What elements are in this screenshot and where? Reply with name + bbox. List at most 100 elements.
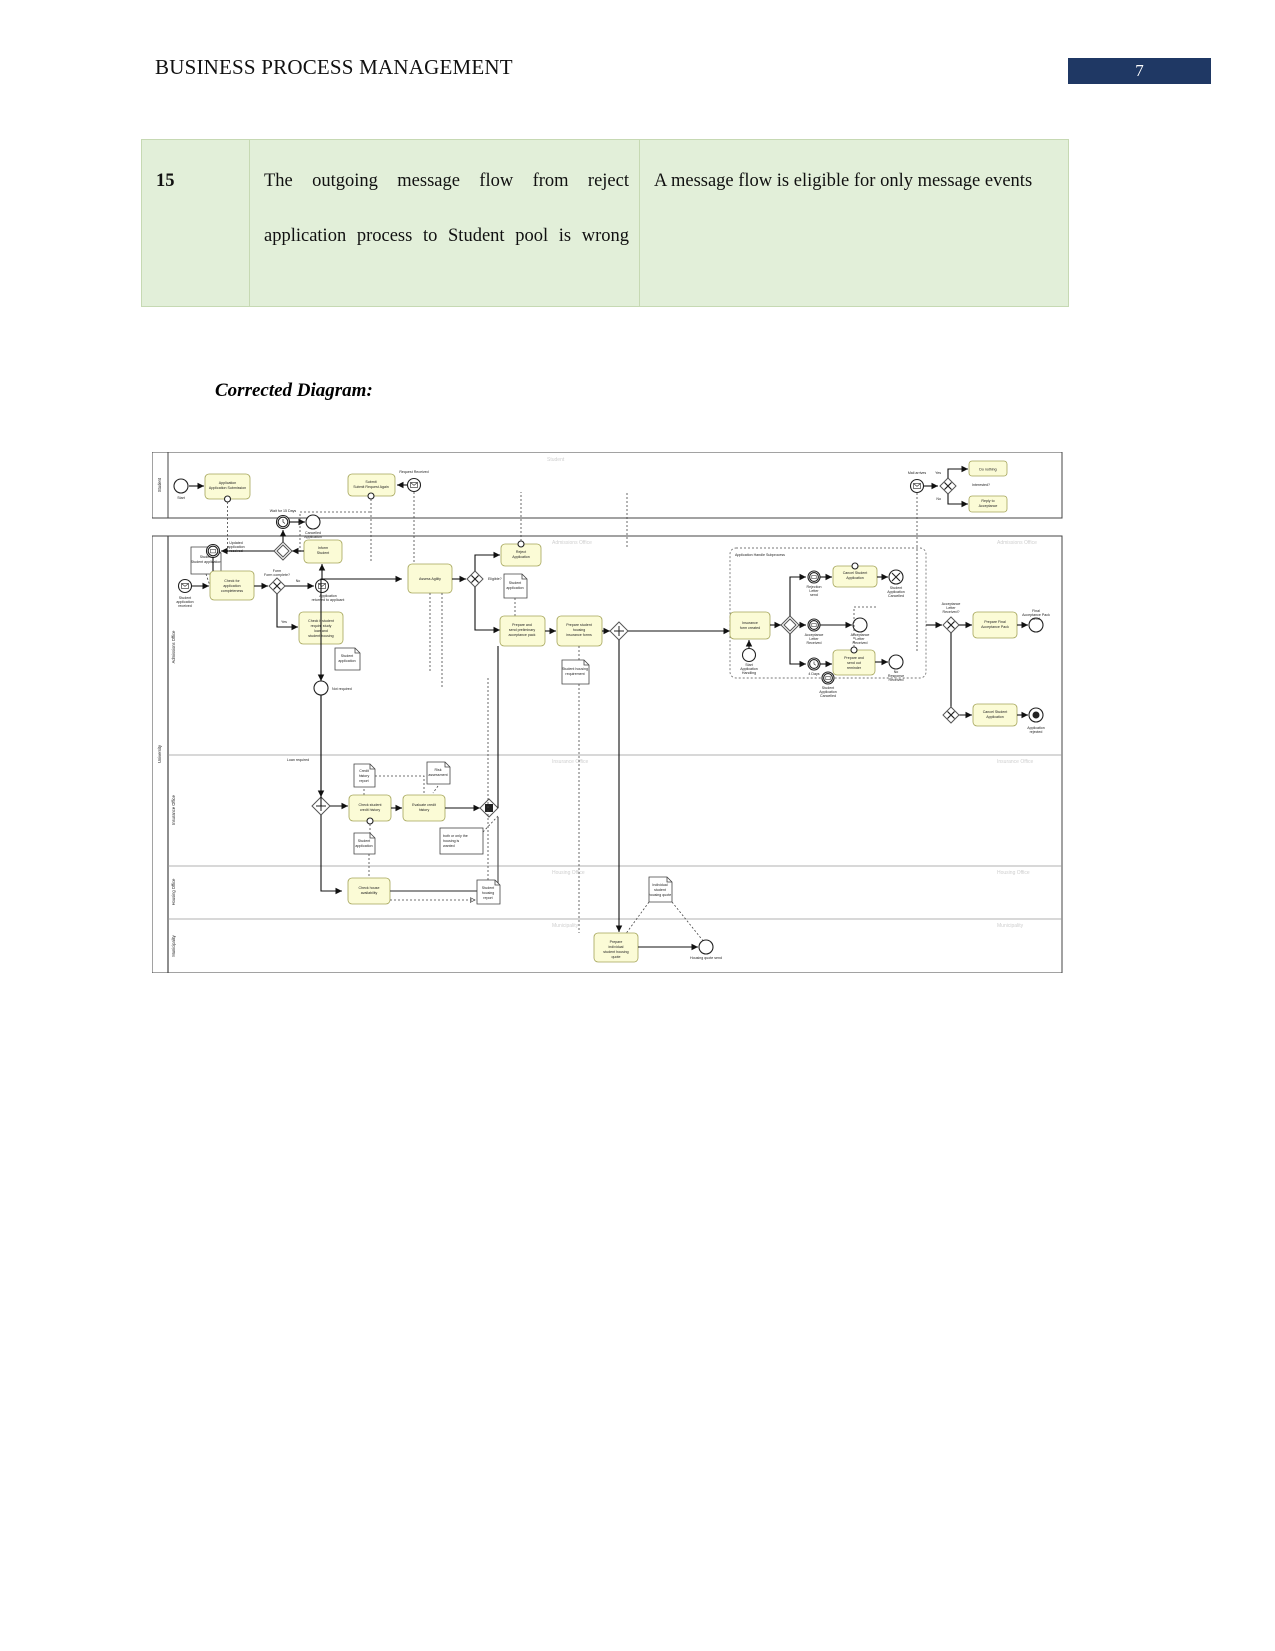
svg-text:quote: quote <box>612 955 621 959</box>
svg-text:history: history <box>359 774 370 778</box>
message-event-mail-arrives <box>909 478 925 494</box>
svg-text:send: send <box>1032 617 1040 621</box>
message-start-event-student-application <box>177 578 193 594</box>
svg-text:application: application <box>506 586 523 590</box>
svg-text:Application: Application <box>846 576 864 580</box>
svg-text:availability: availability <box>361 891 378 895</box>
svg-text:received: received <box>178 604 192 608</box>
pool-student-label: Student <box>157 477 162 492</box>
flow-label-no-adm: No <box>296 579 301 583</box>
svg-text:send: send <box>810 593 818 597</box>
svg-text:application: application <box>338 659 355 663</box>
section-caption: Corrected Diagram: <box>215 380 373 401</box>
svg-text:send preliminary: send preliminary <box>509 628 536 632</box>
municipality-content: Prepare individual student housing quote… <box>578 684 722 963</box>
flow-label-loan-required: Loan required <box>287 758 309 762</box>
svg-text:Cancel Student: Cancel Student <box>983 710 1008 714</box>
svg-text:both or only the: both or only the <box>443 834 468 838</box>
issue-table: 15 The outgoing message flow from reject… <box>141 139 1069 307</box>
gateway-form-complete-label: Form complete? <box>264 573 290 577</box>
task-do-nothing-label: Do nothing <box>979 468 996 472</box>
message-event-request-received <box>406 477 422 493</box>
lane-insurance-label: Insurance Office <box>171 794 176 824</box>
svg-text:form created: form created <box>740 626 760 630</box>
svg-text:Student: Student <box>509 581 521 585</box>
message-throw-application-returned <box>314 578 330 594</box>
subprocess-label: Application Handle Subprocess <box>735 553 785 557</box>
svg-text:Acceptance: Acceptance <box>979 504 998 508</box>
svg-text:Handling: Handling <box>742 671 756 675</box>
svg-text:housing: housing <box>482 891 495 895</box>
table-cell-issue: The outgoing message flow from reject ap… <box>250 140 640 306</box>
svg-text:Cancelled: Cancelled <box>820 694 836 698</box>
svg-text:student: student <box>654 888 666 892</box>
svg-text:history: history <box>419 808 430 812</box>
svg-text:Application: Application <box>512 555 530 559</box>
svg-text:reminder: reminder <box>847 666 862 670</box>
svg-text:wanted: wanted <box>443 844 455 848</box>
svg-text:application: application <box>355 844 372 848</box>
svg-text:Received: Received <box>807 641 822 645</box>
insurance-office-content: Loan required Credit history report Chec… <box>287 646 499 855</box>
svg-text:rejected: rejected <box>1030 730 1043 734</box>
svg-text:Credit: Credit <box>359 769 369 773</box>
svg-text:Prepare: Prepare <box>610 940 623 944</box>
start-event-label: Start <box>177 496 185 500</box>
document-page: BUSINESS PROCESS MANAGEMENT 7 15 The out… <box>0 0 1275 1651</box>
lane-insurance-watermark: Insurance Office <box>552 759 589 765</box>
gateway-interested-label: Interested? <box>972 483 990 487</box>
lane-admissions-watermark: Admissions Office <box>552 540 592 546</box>
message-event-request-received-label: Request Received <box>399 470 428 474</box>
svg-text:Student housing: Student housing <box>562 667 588 671</box>
svg-text:Acceptance Pack: Acceptance Pack <box>981 625 1009 629</box>
svg-text:housing: housing <box>573 628 586 632</box>
svg-text:individual: individual <box>609 945 624 949</box>
gateway-eligible-label: Eligible? <box>488 577 502 581</box>
lane-insurance-watermark-2: Insurance Office <box>997 759 1034 765</box>
svg-text:Application: Application <box>304 535 322 539</box>
svg-text:Check house: Check house <box>359 886 380 890</box>
table-cell-number: 15 <box>142 140 250 306</box>
svg-text:insurance forms: insurance forms <box>566 633 592 637</box>
end-event-acceptance-letter-received <box>852 617 868 633</box>
svg-text:Received?: Received? <box>943 610 960 614</box>
svg-text:report: report <box>359 779 368 783</box>
page-title: BUSINESS PROCESS MANAGEMENT <box>155 55 513 79</box>
task-submit-request-again-label: Submit Request Again <box>353 485 389 489</box>
page-number-badge: 7 <box>1068 58 1211 84</box>
subprocess-application-handle: Application Handle Subprocess Start Appl… <box>729 547 927 698</box>
svg-text:Check for: Check for <box>224 579 240 583</box>
reason-text: A message flow is eligible for only mess… <box>654 171 1033 191</box>
svg-text:Received: Received <box>853 641 868 645</box>
svg-text:Housing quote send: Housing quote send <box>690 956 722 960</box>
svg-text:Prepare student: Prepare student <box>566 623 592 627</box>
svg-text:completeness: completeness <box>221 589 243 593</box>
svg-text:Cancel Student: Cancel Student <box>843 571 868 575</box>
end-event-housing-quote-send <box>698 939 714 955</box>
timer-4days-label: 4 Days <box>808 672 819 676</box>
svg-text:Prepare Final: Prepare Final <box>984 620 1006 624</box>
svg-text:Evaluate credit: Evaluate credit <box>412 803 436 807</box>
lane-municipality-label: Municipality <box>171 934 176 956</box>
svg-text:requirement: requirement <box>565 672 584 676</box>
lane-admissions-label: Admissions Office <box>171 630 176 663</box>
svg-text:Check student: Check student <box>359 803 382 807</box>
lane-housing-watermark: Housing Office <box>552 870 585 876</box>
svg-text:Insurance: Insurance <box>742 621 758 625</box>
svg-text:Not required: Not required <box>332 687 352 691</box>
svg-text:credit history: credit history <box>360 808 381 812</box>
svg-text:Application: Application <box>219 481 237 485</box>
subprocess-start-event <box>741 647 757 663</box>
message-event-mail-arrives-label: Mail arrives <box>908 471 927 475</box>
data-object-student-application-label: Student application <box>191 560 222 564</box>
svg-text:assessment: assessment <box>428 773 447 777</box>
pool-university: University Admissions Office Admissions … <box>152 535 1063 973</box>
admissions-office-content: Student application received Student Stu… <box>176 492 1050 752</box>
timer-event-label: Wait for 15 Days <box>270 509 297 513</box>
end-event-not-required <box>313 680 329 696</box>
lane-municipality-watermark: Municipality <box>552 923 579 929</box>
svg-text:Student: Student <box>317 551 329 555</box>
svg-text:send out: send out <box>847 661 861 665</box>
task-application-submission-label: Application Submission <box>209 486 246 490</box>
lane-housing-label: Housing Office <box>171 878 176 905</box>
